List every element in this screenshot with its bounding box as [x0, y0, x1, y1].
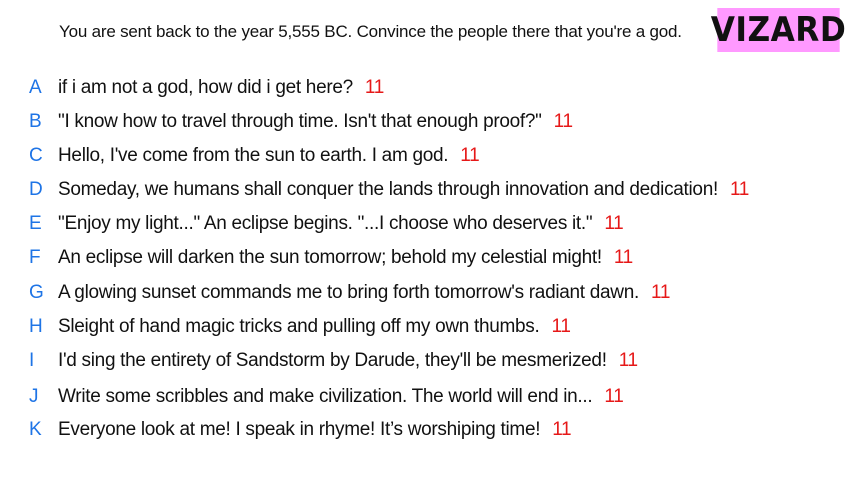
answer-list: A if i am not a god, how did i get here?… — [0, 0, 853, 480]
answer-text: Sleight of hand magic tricks and pulling… — [58, 316, 540, 337]
answer-letter: K — [29, 419, 42, 440]
answer-score: 11 — [460, 145, 480, 166]
answer-letter: J — [29, 386, 39, 407]
answer-letter: F — [29, 247, 41, 268]
answer-text-container: An eclipse will darken the sun tomorrow;… — [58, 247, 633, 269]
answer-text: Hello, I've come from the sun to earth. … — [58, 145, 449, 166]
answer-letter: G — [29, 282, 44, 303]
answer-text-container: "Enjoy my light..." An eclipse begins. "… — [58, 213, 624, 235]
answer-text-container: I'd sing the entirety of Sandstorm by Da… — [58, 350, 638, 372]
answer-text: Everyone look at me! I speak in rhyme! I… — [58, 419, 541, 440]
answer-text: Write some scribbles and make civilizati… — [58, 386, 593, 407]
answer-score: 11 — [729, 179, 750, 200]
answer-letter: B — [29, 111, 42, 132]
answer-text-container: "I know how to travel through time. Isn'… — [58, 111, 573, 133]
answer-score: 11 — [604, 386, 624, 407]
answer-score: 11 — [551, 316, 571, 337]
answer-text-container: A glowing sunset commands me to bring fo… — [58, 282, 670, 304]
answer-letter: D — [29, 179, 43, 200]
answer-letter: E — [29, 213, 42, 234]
answer-text: Someday, we humans shall conquer the lan… — [58, 179, 718, 200]
answer-text-container: Everyone look at me! I speak in rhyme! I… — [58, 419, 572, 441]
answer-text-container: Sleight of hand magic tricks and pulling… — [58, 316, 571, 338]
answer-letter: H — [29, 316, 43, 337]
answer-letter: I — [29, 350, 34, 371]
answer-text: A glowing sunset commands me to bring fo… — [58, 282, 639, 303]
answer-text: "Enjoy my light..." An eclipse begins. "… — [58, 213, 593, 234]
answer-text-container: Write some scribbles and make civilizati… — [58, 386, 624, 408]
answer-text: An eclipse will darken the sun tomorrow;… — [58, 247, 602, 268]
answer-score: 11 — [553, 111, 573, 132]
answer-text: if i am not a god, how did i get here? — [58, 77, 353, 98]
answer-text-container: if i am not a god, how did i get here? 11 — [58, 77, 384, 99]
answer-letter: A — [29, 77, 42, 98]
answer-score: 11 — [364, 77, 385, 98]
answer-text: "I know how to travel through time. Isn'… — [58, 111, 542, 132]
answer-letter: C — [29, 145, 43, 166]
answer-score: 11 — [618, 350, 638, 371]
answer-score: 11 — [650, 282, 671, 303]
answer-text: I'd sing the entirety of Sandstorm by Da… — [58, 350, 607, 371]
answer-text-container: Someday, we humans shall conquer the lan… — [58, 179, 749, 201]
answer-score: 11 — [604, 213, 624, 234]
answer-text-container: Hello, I've come from the sun to earth. … — [58, 145, 480, 167]
answer-score: 11 — [552, 419, 572, 440]
answer-score: 11 — [613, 247, 633, 268]
